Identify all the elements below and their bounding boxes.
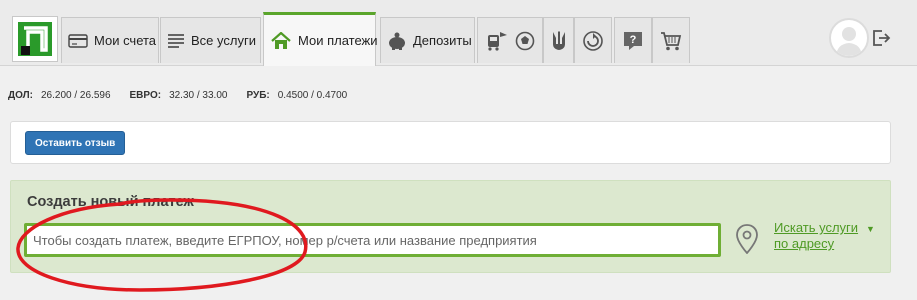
- rate-rub-value: 0.4500 / 0.4700: [277, 90, 348, 101]
- card-icon: [68, 33, 88, 48]
- payment-search-box: [24, 223, 721, 257]
- caret-down-icon: ▼: [866, 224, 875, 234]
- leave-feedback-button[interactable]: Оставить отзыв: [25, 131, 126, 155]
- svg-text:?: ?: [630, 34, 637, 46]
- tab-label: Мои платежи: [298, 33, 378, 48]
- tab-my-accounts[interactable]: Мои счета: [61, 17, 159, 63]
- create-payment-title: Создать новый платеж: [27, 194, 194, 210]
- exchange-rates: ДОЛ: 26.200 / 26.596 ЕВРО: 32.30 / 33.00…: [8, 90, 366, 101]
- football-icon: [515, 31, 535, 51]
- rate-rub-label: РУБ:: [246, 90, 270, 101]
- rate-usd-value: 26.200 / 26.596: [41, 90, 111, 101]
- restart-icon: [582, 30, 604, 52]
- address-link-line1: Искать услуги: [774, 220, 859, 235]
- home-icon: [270, 31, 292, 50]
- transport-icon: [485, 29, 509, 53]
- rate-usd-label: ДОЛ:: [8, 90, 33, 101]
- tab-label: Мои счета: [94, 33, 157, 48]
- tab-label: Депозиты: [413, 33, 472, 48]
- tab-my-payments[interactable]: Мои платежи: [263, 12, 378, 66]
- top-navigation: Мои счета Все услуги Мои платежи Депозит…: [0, 0, 917, 66]
- cart-icon: [660, 30, 682, 52]
- list-icon: [167, 33, 185, 49]
- feedback-panel: Оставить отзыв: [10, 121, 891, 164]
- logout-icon: [873, 30, 891, 46]
- rate-eur-label: ЕВРО:: [129, 90, 162, 101]
- tab-travel[interactable]: [477, 17, 543, 63]
- tab-deposits[interactable]: Депозиты: [380, 17, 475, 63]
- map-pin-icon: [736, 224, 758, 254]
- bank-logo[interactable]: [12, 16, 58, 62]
- address-link-line2: по адресу: [774, 236, 835, 251]
- user-silhouette-icon: [836, 27, 862, 56]
- search-by-address-link[interactable]: Искать услуги по адресу: [774, 220, 858, 252]
- tab-all-services[interactable]: Все услуги: [160, 17, 261, 63]
- piggy-bank-icon: [387, 32, 407, 50]
- tab-recurring[interactable]: [574, 17, 612, 63]
- logout-button[interactable]: [871, 28, 891, 48]
- user-avatar[interactable]: [829, 18, 869, 58]
- tab-label: Все услуги: [191, 33, 256, 48]
- rate-eur-value: 32.30 / 33.00: [169, 90, 228, 101]
- trident-icon: [551, 30, 567, 52]
- tab-government[interactable]: [543, 17, 574, 63]
- logo-icon: [18, 22, 52, 56]
- help-icon: ?: [622, 30, 644, 52]
- create-payment-panel: Создать новый платеж Искать услуги по ад…: [10, 180, 891, 273]
- tab-help[interactable]: ?: [614, 17, 652, 63]
- tab-shop[interactable]: [652, 17, 690, 63]
- payment-search-input[interactable]: [27, 226, 718, 254]
